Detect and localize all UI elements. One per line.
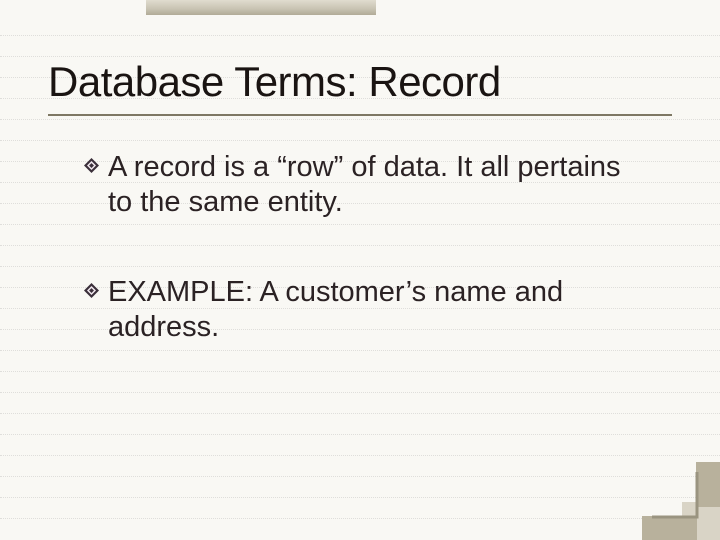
diamond-bullet-icon <box>84 283 99 298</box>
bullet-text: EXAMPLE: A customer’s name and address. <box>108 276 563 343</box>
corner-accent-icon <box>642 462 720 540</box>
list-item: EXAMPLE: A customer’s name and address. <box>88 275 650 346</box>
top-accent-bar <box>146 0 376 15</box>
diamond-bullet-icon <box>84 158 99 173</box>
list-item: A record is a “row” of data. It all pert… <box>88 150 650 221</box>
bullet-list: A record is a “row” of data. It all pert… <box>88 150 650 400</box>
slide-title: Database Terms: Record <box>48 58 672 116</box>
bullet-text: A record is a “row” of data. It all pert… <box>108 151 621 218</box>
